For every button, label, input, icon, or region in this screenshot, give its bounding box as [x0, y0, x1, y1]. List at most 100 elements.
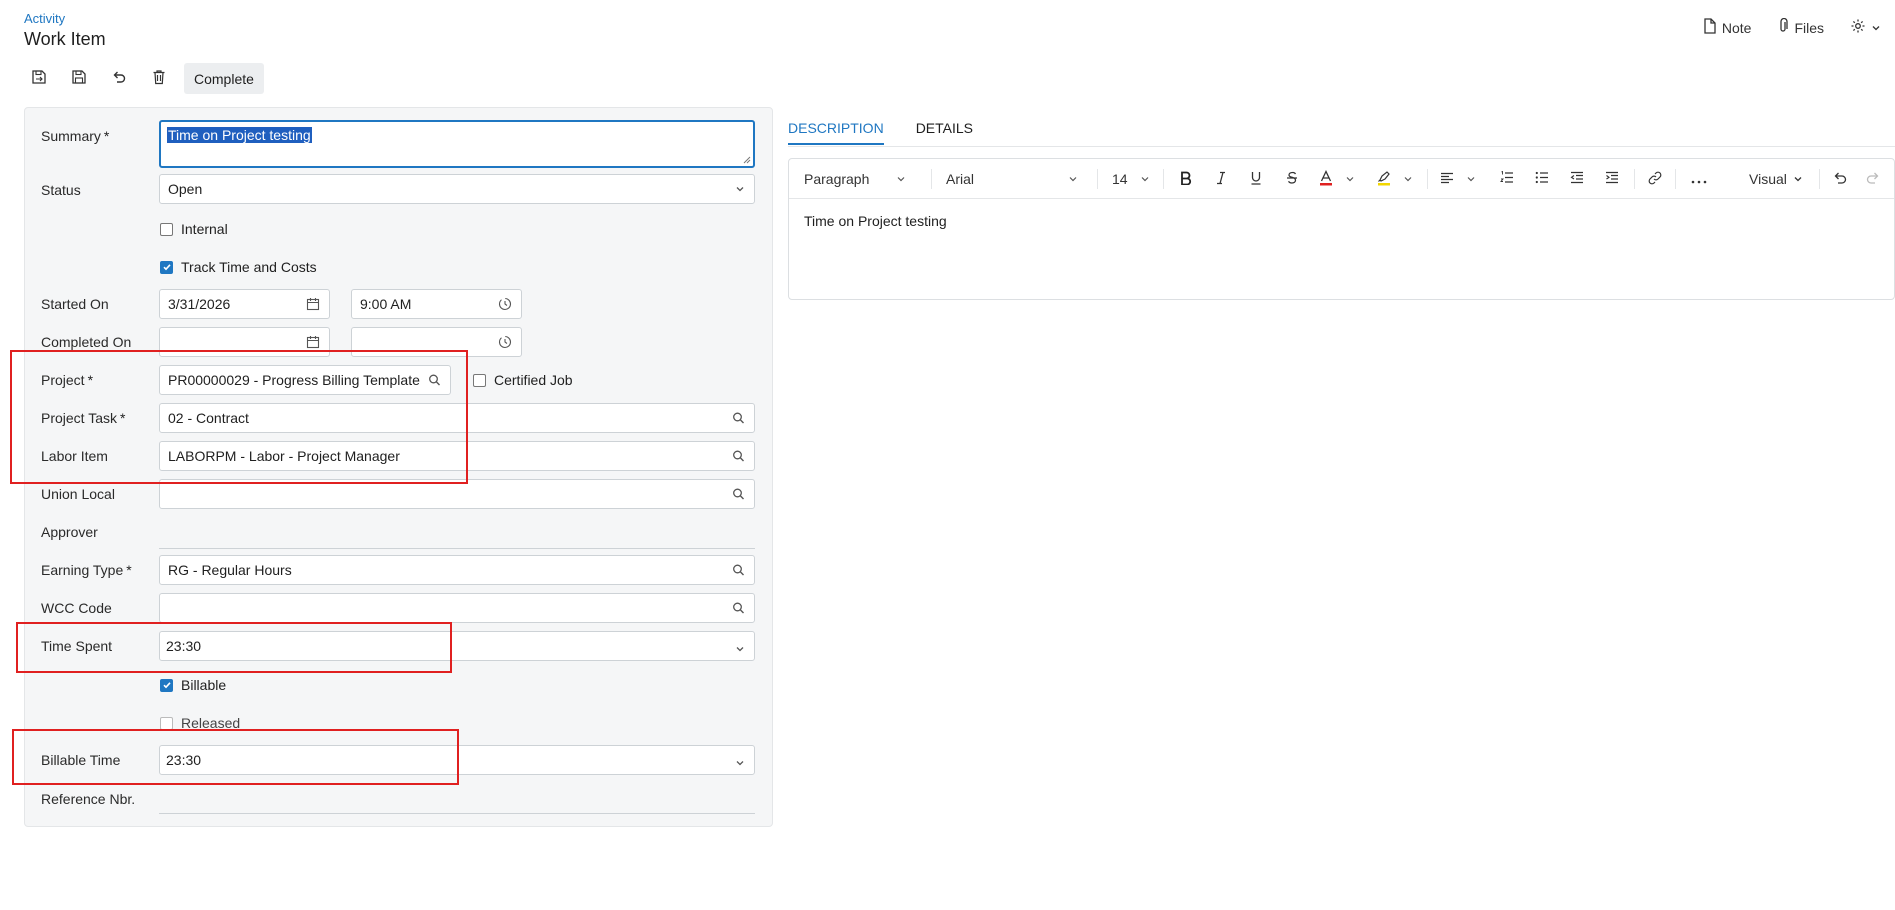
indent-button[interactable] — [1602, 159, 1622, 199]
redo-icon — [1866, 171, 1881, 187]
status-label: Status — [41, 182, 81, 198]
more-options-button[interactable] — [1687, 159, 1711, 199]
underline-button[interactable] — [1246, 159, 1266, 199]
toolbar-separator — [931, 169, 932, 189]
search-icon[interactable] — [732, 488, 745, 501]
track-time-checkbox-row[interactable]: Track Time and Costs — [160, 259, 317, 275]
complete-button[interactable]: Complete — [184, 63, 264, 94]
files-button[interactable]: Files — [1777, 17, 1824, 37]
font-family-value: Arial — [946, 171, 975, 187]
wcc-code-label: WCC Code — [41, 600, 112, 616]
document-icon — [1703, 18, 1717, 37]
certified-job-checkbox[interactable] — [473, 373, 486, 387]
tab-divider — [788, 146, 1895, 147]
paragraph-format-value: Paragraph — [804, 171, 870, 187]
summary-value: Time on Project testing — [167, 127, 312, 143]
strikethrough-icon — [1286, 171, 1298, 188]
billable-checkbox[interactable] — [160, 678, 173, 692]
approver-field — [159, 548, 755, 549]
files-label: Files — [1794, 19, 1824, 36]
breadcrumb[interactable]: Activity — [24, 11, 65, 26]
bullet-list-button[interactable] — [1532, 159, 1552, 199]
italic-button[interactable] — [1211, 159, 1231, 199]
wcc-code-selector[interactable] — [159, 593, 755, 623]
highlight-box-billable-time — [12, 729, 459, 785]
calendar-icon[interactable] — [306, 335, 320, 349]
search-icon[interactable] — [732, 564, 745, 577]
chevron-down-icon — [1345, 171, 1355, 187]
highlight-box-project — [10, 350, 468, 484]
editor-toolbar: Paragraph Arial 14 Visual — [789, 159, 1894, 199]
calendar-icon[interactable] — [306, 297, 320, 311]
note-label: Note — [1721, 19, 1752, 36]
toolbar-separator — [1819, 169, 1820, 189]
internal-checkbox-row[interactable]: Internal — [160, 221, 228, 237]
align-left-icon — [1440, 171, 1454, 187]
tab-details[interactable]: DETAILS — [916, 120, 973, 145]
chevron-down-icon — [896, 171, 906, 187]
undo-icon — [111, 69, 127, 88]
font-family-select[interactable]: Arial — [946, 159, 1086, 199]
save-button[interactable] — [64, 64, 94, 94]
status-value: Open — [168, 181, 203, 197]
undo-button[interactable] — [104, 64, 134, 94]
editor-content[interactable]: Time on Project testing — [804, 213, 947, 229]
editor-mode-value: Visual — [1749, 171, 1787, 187]
track-time-checkbox[interactable] — [160, 260, 173, 274]
internal-checkbox[interactable] — [160, 222, 173, 236]
highlighter-icon — [1377, 170, 1391, 189]
toolbar-separator — [1634, 169, 1635, 189]
font-size-select[interactable]: 14 — [1112, 159, 1152, 199]
outdent-icon — [1570, 171, 1584, 187]
tab-bar: DESCRIPTION DETAILS — [788, 120, 973, 145]
search-icon[interactable] — [732, 412, 745, 425]
billable-label: Billable — [181, 677, 227, 693]
chevron-down-icon[interactable] — [735, 758, 745, 768]
chevron-down-icon — [1403, 171, 1413, 187]
internal-label: Internal — [181, 221, 228, 237]
resize-handle-icon[interactable] — [743, 156, 751, 164]
font-color-button[interactable] — [1319, 159, 1359, 199]
union-local-label: Union Local — [41, 486, 115, 502]
search-icon[interactable] — [732, 450, 745, 463]
delete-button[interactable] — [144, 64, 174, 94]
started-on-time-input[interactable]: 9:00 AM — [351, 289, 522, 319]
clock-icon[interactable] — [498, 335, 512, 349]
editor-mode-select[interactable]: Visual — [1749, 159, 1809, 199]
started-on-time-value: 9:00 AM — [360, 296, 412, 312]
released-checkbox — [160, 716, 173, 730]
search-icon[interactable] — [732, 602, 745, 615]
strikethrough-button[interactable] — [1282, 159, 1302, 199]
reference-nbr-field — [159, 813, 755, 814]
highlight-box-time-spent — [16, 622, 452, 673]
editor-undo-button[interactable] — [1829, 159, 1849, 199]
started-on-date-input[interactable]: 3/31/2026 — [159, 289, 330, 319]
tab-description[interactable]: DESCRIPTION — [788, 120, 884, 145]
note-button[interactable]: Note — [1703, 18, 1752, 37]
save-and-close-button[interactable] — [24, 64, 54, 94]
font-size-value: 14 — [1112, 171, 1128, 187]
font-color-icon — [1319, 169, 1333, 189]
chevron-down-icon — [1871, 20, 1881, 36]
toolbar-separator — [1675, 169, 1676, 189]
save-close-icon — [31, 69, 47, 88]
clock-icon[interactable] — [498, 297, 512, 311]
bold-button[interactable] — [1176, 159, 1196, 199]
outdent-button[interactable] — [1567, 159, 1587, 199]
editor-redo-button — [1863, 159, 1883, 199]
certified-job-checkbox-row[interactable]: Certified Job — [473, 372, 573, 388]
chevron-down-icon[interactable] — [735, 644, 745, 654]
highlight-color-button[interactable] — [1377, 159, 1417, 199]
align-button[interactable] — [1440, 159, 1480, 199]
description-editor: Paragraph Arial 14 Visual Time on Projec… — [788, 158, 1895, 300]
settings-menu-button[interactable] — [1850, 18, 1881, 37]
status-select[interactable]: Open — [159, 174, 755, 204]
earning-type-selector[interactable]: RG - Regular Hours — [159, 555, 755, 585]
paragraph-format-select[interactable]: Paragraph — [804, 159, 914, 199]
summary-input[interactable]: Time on Project testing — [159, 120, 755, 168]
chevron-down-icon — [1068, 171, 1078, 187]
billable-checkbox-row[interactable]: Billable — [160, 677, 226, 693]
ordered-list-button[interactable] — [1497, 159, 1517, 199]
insert-link-button[interactable] — [1645, 159, 1665, 199]
track-time-label: Track Time and Costs — [181, 259, 317, 275]
